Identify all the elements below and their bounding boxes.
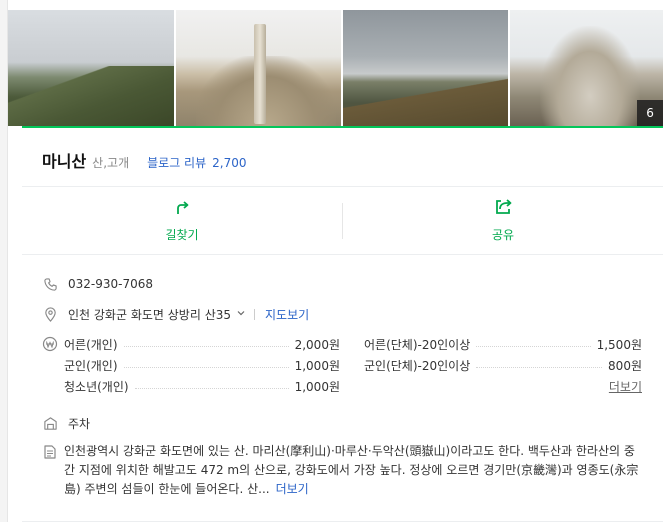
fee-value: 1,500원 <box>596 338 642 352</box>
rock-shape <box>195 56 336 126</box>
directions-label: 길찾기 <box>165 228 199 242</box>
description-more-link[interactable]: 더보기 <box>276 482 309 496</box>
place-title: 마니산 <box>42 152 87 171</box>
place-panel: 마니산 산,고개 블로그 리뷰 2,700 길찾기 공유 032-930-706… <box>22 126 663 522</box>
summit-pole <box>253 24 266 124</box>
accent-line <box>22 126 663 128</box>
fee-value: 800원 <box>608 359 642 373</box>
title-row: 마니산 산,고개 블로그 리뷰 2,700 <box>42 148 246 172</box>
action-bar: 길찾기 공유 <box>22 187 663 254</box>
fee-value: 1,000원 <box>294 380 340 394</box>
photo-summit-marker[interactable] <box>175 10 341 126</box>
won-coin-icon <box>42 336 58 352</box>
fee-item: 어른(단체)-20인이상 1,500원 <box>364 334 642 355</box>
address-text[interactable]: 인천 강화군 화도면 상방리 산35 <box>68 306 231 323</box>
fee-item: 군인(개인) 1,000원 <box>64 355 340 376</box>
fee-label: 군인(개인) <box>64 359 118 373</box>
page-left-edge <box>0 0 8 522</box>
fee-leader <box>134 388 289 389</box>
address-row: 인천 강화군 화도면 상방리 산35 지도보기 <box>42 306 309 323</box>
fee-leader <box>123 367 289 368</box>
fee-item: 군인(단체)-20인이상 800원 <box>364 355 642 376</box>
fee-label: 어른(개인) <box>64 338 118 352</box>
directions-button[interactable]: 길찾기 <box>22 187 342 254</box>
share-label: 공유 <box>491 228 515 242</box>
photo-mountain-ridge[interactable] <box>8 10 174 126</box>
fee-leader <box>476 346 591 347</box>
fee-value: 1,000원 <box>294 359 340 373</box>
fee-more-row: 더보기 <box>364 376 642 397</box>
phone-icon <box>42 276 58 292</box>
fee-more-link[interactable]: 더보기 <box>609 378 642 395</box>
fee-label: 어른(단체)-20인이상 <box>364 338 471 352</box>
parking-label: 주차 <box>68 417 91 431</box>
share-icon <box>494 198 512 220</box>
ridge-shape <box>8 66 174 126</box>
description-body: 인천광역시 강화군 화도면에 있는 산. 마리산(摩利山)·마루산·두악산(頭嶽… <box>64 442 642 499</box>
blog-review-count[interactable]: 2,700 <box>212 156 246 170</box>
document-icon <box>42 444 58 460</box>
divider <box>22 254 663 255</box>
parking-icon <box>42 416 58 432</box>
place-category: 산,고개 <box>92 156 130 170</box>
photo-strip[interactable]: 6 <box>8 10 663 126</box>
photo-rocky-peak[interactable]: 6 <box>509 10 663 126</box>
location-pin-icon <box>42 307 58 323</box>
photo-valley-view[interactable] <box>342 10 508 126</box>
map-view-link[interactable]: 지도보기 <box>265 306 309 323</box>
fee-label: 청소년(개인) <box>64 380 129 394</box>
fee-label: 군인(단체)-20인이상 <box>364 359 471 373</box>
fee-value: 2,000원 <box>294 338 340 352</box>
fee-column-left: 어른(개인) 2,000원 군인(개인) 1,000원 청소년(개인) 1,00… <box>64 334 340 397</box>
fee-leader <box>123 346 289 347</box>
description-section: 인천광역시 강화군 화도면에 있는 산. 마리산(摩利山)·마루산·두악산(頭嶽… <box>42 442 642 499</box>
chevron-down-icon[interactable] <box>236 308 246 321</box>
hill-shape <box>342 76 508 126</box>
fee-column-right: 어른(단체)-20인이상 1,500원 군인(단체)-20인이상 800원 더보… <box>364 334 642 397</box>
blog-review-link[interactable]: 블로그 리뷰 <box>147 154 206 171</box>
photo-count-badge[interactable]: 6 <box>637 100 663 126</box>
fee-item: 청소년(개인) 1,000원 <box>64 376 340 397</box>
directions-icon <box>173 198 191 220</box>
description-text: 인천광역시 강화군 화도면에 있는 산. 마리산(摩利山)·마루산·두악산(頭嶽… <box>64 444 639 496</box>
fee-leader <box>476 367 603 368</box>
phone-number[interactable]: 032-930-7068 <box>68 277 153 291</box>
parking-row: 주차 <box>42 415 90 432</box>
rocks-shape <box>539 26 640 126</box>
address-separator <box>254 309 256 320</box>
phone-row: 032-930-7068 <box>42 276 153 292</box>
fee-item: 어른(개인) 2,000원 <box>64 334 340 355</box>
share-button[interactable]: 공유 <box>343 187 663 254</box>
